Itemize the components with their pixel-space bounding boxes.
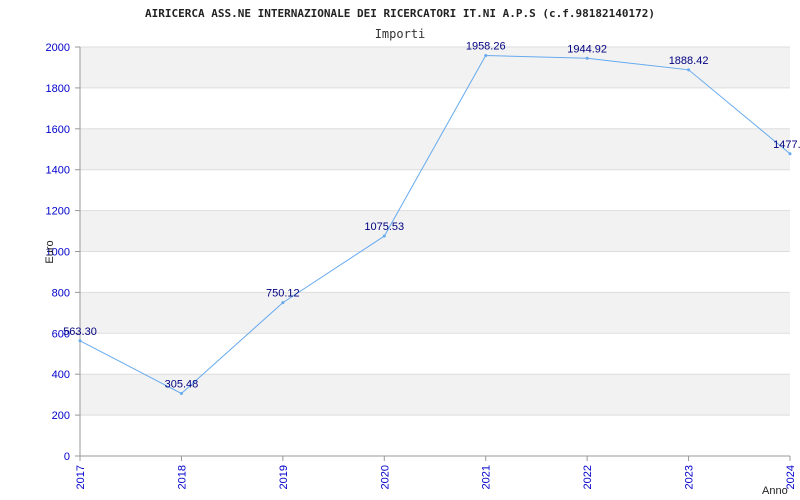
data-point xyxy=(382,234,386,238)
data-point xyxy=(687,68,691,72)
y-tick-label: 1400 xyxy=(46,165,70,177)
x-tick-label: 2021 xyxy=(481,465,493,489)
data-point xyxy=(788,152,792,156)
chart-title: AIRICERCA ASS.NE INTERNAZIONALE DEI RICE… xyxy=(145,7,655,20)
grid-band xyxy=(80,128,790,170)
y-tick-label: 2000 xyxy=(46,42,70,54)
data-point xyxy=(78,339,82,343)
x-tick-label: 2022 xyxy=(582,465,594,489)
x-tick-label: 2017 xyxy=(75,465,87,489)
data-point xyxy=(281,301,285,305)
data-label: 1075.53 xyxy=(364,221,404,233)
y-tick-label: 1200 xyxy=(46,206,70,218)
line-chart: 0200400600800100012001400160018002000 20… xyxy=(44,7,800,497)
data-point xyxy=(585,56,589,60)
plot-background-bands xyxy=(80,47,790,416)
y-tick-label: 800 xyxy=(52,287,70,299)
data-label: 750.12 xyxy=(266,288,300,300)
y-tick-label: 1800 xyxy=(46,83,70,95)
data-label: 563.30 xyxy=(63,326,97,338)
data-point xyxy=(484,54,488,58)
data-label: 305.48 xyxy=(165,379,199,391)
x-tick-label: 2020 xyxy=(379,465,391,489)
x-axis-ticks: 2017 2018 2019 2020 2021 2022 2023 2024 xyxy=(75,456,797,489)
data-label: 1944.92 xyxy=(567,43,607,55)
x-tick-label: 2018 xyxy=(176,465,188,489)
y-axis-label: Euro xyxy=(44,240,56,263)
y-tick-label: 400 xyxy=(52,369,70,381)
data-label: 1477.7 xyxy=(773,139,800,151)
x-tick-label: 2019 xyxy=(278,465,290,489)
data-label: 1888.42 xyxy=(669,55,709,67)
y-tick-label: 1600 xyxy=(46,124,70,136)
data-label: 1958.26 xyxy=(466,41,506,53)
x-tick-label: 2023 xyxy=(684,465,696,489)
data-point xyxy=(179,392,183,396)
grid-band xyxy=(80,210,790,252)
x-axis-label: Anno xyxy=(762,485,788,497)
y-tick-label: 200 xyxy=(52,410,70,422)
grid-band xyxy=(80,47,790,88)
chart-subtitle: Importi xyxy=(375,27,426,41)
y-tick-label: 0 xyxy=(64,451,70,463)
grid-band xyxy=(80,292,790,334)
